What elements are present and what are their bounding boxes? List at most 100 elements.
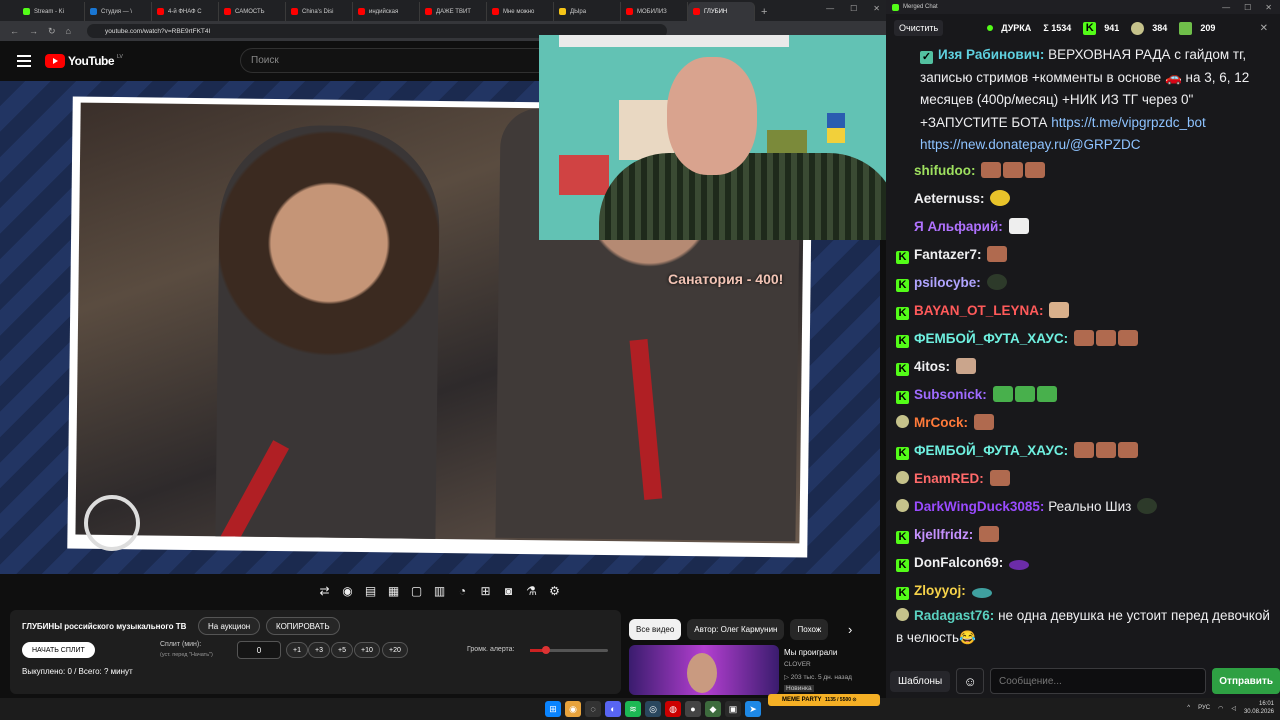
chat-username[interactable]: MrCock:	[914, 415, 968, 430]
obs-icon[interactable]: ●	[685, 701, 701, 717]
chat-username[interactable]: BAYAN_OT_LEYNA:	[914, 303, 1044, 318]
split-minutes-input[interactable]: 0	[237, 641, 281, 659]
windows-start-icon[interactable]: ⊞	[545, 701, 561, 717]
emote-icon	[992, 385, 1013, 402]
maximize-icon[interactable]: ☐	[1244, 3, 1251, 12]
youtube-logo[interactable]: YouTube LV	[45, 54, 123, 68]
camera-icon[interactable]: ◙	[500, 582, 517, 599]
close-icon[interactable]: ✕	[873, 4, 880, 13]
discord-icon[interactable]: ◐	[605, 701, 621, 717]
repeat-icon[interactable]: ⇄	[316, 582, 333, 599]
flask-icon[interactable]: ⚗	[523, 582, 540, 599]
related-video-channel[interactable]: CLOVER	[784, 661, 811, 668]
chat-username[interactable]: 4itos:	[914, 359, 950, 374]
chevron-right-icon[interactable]: ›	[848, 622, 852, 637]
telegram-icon[interactable]: ➤	[745, 701, 761, 717]
subtitles-icon[interactable]: ▤	[362, 582, 379, 599]
back-icon[interactable]: ←	[10, 26, 19, 36]
templates-button[interactable]: Шаблоны	[890, 670, 951, 692]
tab[interactable]: Stream - Ki	[18, 2, 85, 21]
chat-username[interactable]: Fantazer7:	[914, 247, 982, 262]
chat-username[interactable]: DarkWingDuck3085:	[914, 499, 1044, 514]
tab[interactable]: ДАЖЕ ТВИТ	[420, 2, 487, 21]
minimize-icon[interactable]: —	[1222, 3, 1230, 12]
chat-link[interactable]: https://t.me/vipgrpzdc_bot	[1051, 115, 1206, 130]
tab-active[interactable]: ГЛУБИН	[688, 2, 755, 21]
on-auction-button[interactable]: На аукцион	[198, 617, 261, 635]
chat-username[interactable]: psilocybe:	[914, 275, 981, 290]
slider-knob[interactable]	[542, 646, 550, 654]
minimize-icon[interactable]: —	[826, 4, 834, 13]
chat-message: Я Альфарий:	[896, 213, 1276, 241]
step-button[interactable]: +20	[382, 642, 408, 658]
app-icon[interactable]: ◆	[705, 701, 721, 717]
film-icon[interactable]: ▥	[431, 582, 448, 599]
chat-username[interactable]: Zloyyoj:	[914, 583, 966, 598]
step-button[interactable]: +3	[308, 642, 330, 658]
step-button[interactable]: +5	[331, 642, 353, 658]
chip-author[interactable]: Автор: Олег Кармунин	[687, 619, 785, 640]
chat-username[interactable]: EnamRED:	[914, 471, 984, 486]
spotify-icon[interactable]: ≋	[625, 701, 641, 717]
menu-icon[interactable]	[17, 55, 31, 67]
related-video-title[interactable]: Мы проиграли	[784, 648, 837, 657]
chat-username[interactable]: ФЕМБОЙ_ФУТА_ХАУС:	[914, 331, 1068, 346]
chat-username[interactable]: ФЕМБОЙ_ФУТА_ХАУС:	[914, 443, 1068, 458]
tab[interactable]: China's Disi	[286, 2, 353, 21]
tab[interactable]: Студия — \	[85, 2, 152, 21]
chat-username[interactable]: DonFalcon69:	[914, 555, 1003, 570]
close-icon[interactable]: ✕	[1260, 23, 1268, 34]
forward-icon[interactable]: →	[29, 26, 38, 36]
lang-indicator[interactable]: РУС	[1198, 705, 1210, 711]
search-icon[interactable]: ◌	[585, 701, 601, 717]
new-tab-button[interactable]: +	[761, 6, 767, 18]
chrome-icon[interactable]: ◉	[565, 701, 581, 717]
chat-username[interactable]: Изя Рабинович:	[938, 47, 1044, 62]
clapper-icon[interactable]: ▦	[385, 582, 402, 599]
tab[interactable]: 4-й ФНАФ С	[152, 2, 219, 21]
chat-username[interactable]: Я Альфарий:	[914, 219, 1003, 234]
meme-party-widget[interactable]: MEME PARTY 1135 / 5500 ⊙	[768, 694, 880, 706]
frame-icon[interactable]: ▢	[408, 582, 425, 599]
reload-icon[interactable]: ↻	[48, 26, 56, 37]
chat-message: K ФЕМБОЙ_ФУТА_ХАУС:	[896, 437, 1276, 465]
send-button[interactable]: Отправить	[1212, 668, 1280, 694]
speed-icon[interactable]: ◔	[454, 582, 471, 599]
message-input[interactable]	[990, 668, 1207, 694]
search-input[interactable]: Поиск	[240, 48, 540, 73]
copy-button[interactable]: КОПИРОВАТЬ	[266, 617, 340, 635]
emoji-icon[interactable]: ☺	[956, 668, 985, 694]
chip-similar[interactable]: Похож	[790, 619, 829, 640]
gear-icon[interactable]: ⚙	[546, 582, 563, 599]
tab[interactable]: САМОСТЬ	[219, 2, 286, 21]
start-split-button[interactable]: НАЧАТЬ СПЛИТ	[22, 642, 95, 658]
chevron-up-icon[interactable]: ^	[1187, 705, 1190, 711]
clock[interactable]: 16:01 30.08.2026	[1244, 700, 1274, 716]
chat-username[interactable]: Subsonick:	[914, 387, 987, 402]
wifi-icon[interactable]: ◠	[1218, 705, 1223, 712]
chat-username[interactable]: Aeternuss:	[914, 191, 985, 206]
volume-icon[interactable]: ◁	[1231, 705, 1236, 712]
chip-all-videos[interactable]: Все видео	[629, 619, 682, 640]
chat-link[interactable]: https://new.donatepay.ru/@GRPZDC	[920, 137, 1141, 152]
chat-username[interactable]: kjellfridz:	[914, 527, 973, 542]
step-button[interactable]: +10	[354, 642, 380, 658]
home-icon[interactable]: ⌂	[66, 26, 71, 36]
tab[interactable]: ДЫра	[554, 2, 621, 21]
tab[interactable]: МОБИЛИЗ	[621, 2, 688, 21]
step-button[interactable]: +1	[286, 642, 308, 658]
related-video-thumbnail[interactable]	[629, 645, 779, 695]
close-icon[interactable]: ✕	[1265, 3, 1272, 12]
app-icon[interactable]: ◍	[665, 701, 681, 717]
tab[interactable]: Мне можно	[487, 2, 554, 21]
tab[interactable]: индийская	[353, 2, 420, 21]
chat-username[interactable]: shifudoo:	[914, 163, 975, 178]
steam-icon[interactable]: ◎	[645, 701, 661, 717]
add-icon[interactable]: ⊞	[477, 582, 494, 599]
maximize-icon[interactable]: ☐	[850, 4, 857, 13]
clear-button[interactable]: Очистить	[894, 20, 944, 36]
app-icon[interactable]: ▣	[725, 701, 741, 717]
volume-slider[interactable]	[530, 646, 608, 654]
broadcast-icon[interactable]: ◉	[339, 582, 356, 599]
chat-username[interactable]: Radagast76:	[914, 608, 994, 623]
